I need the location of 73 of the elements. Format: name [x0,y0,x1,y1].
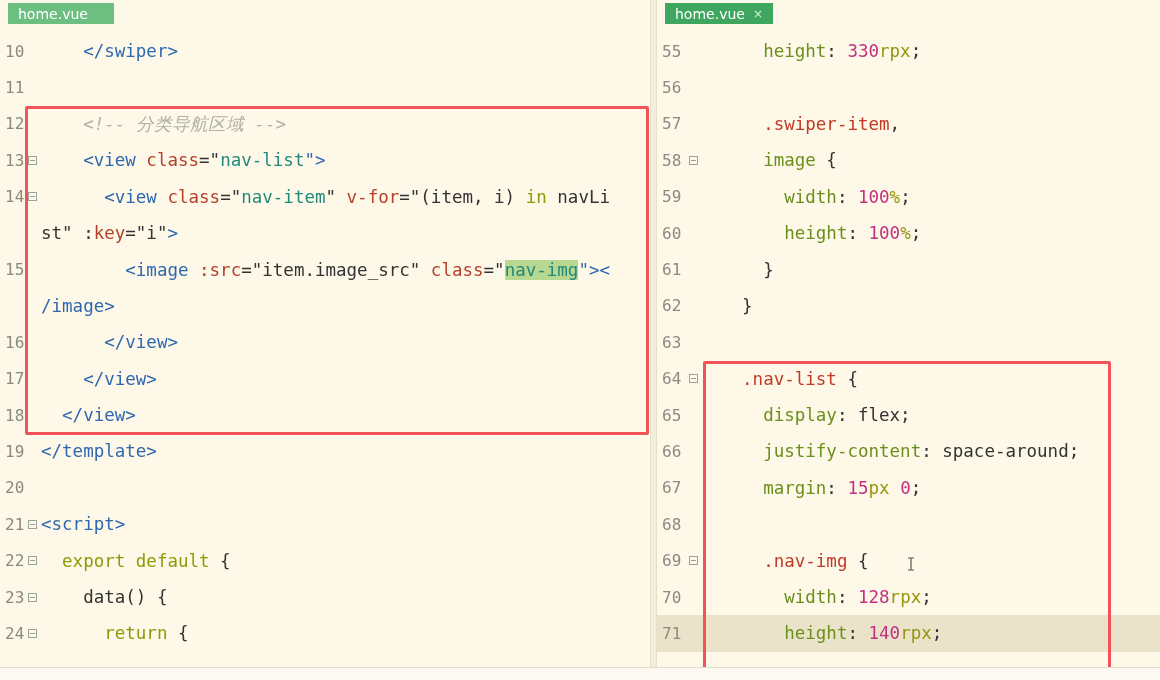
line-number: 56 [662,78,682,98]
code-line: .swiper-item, [762,113,901,134]
line-number: 22 [5,551,25,571]
code-line: </view> [61,405,136,426]
code-line: height: 100%; [783,223,922,244]
code-line: <view class="nav-list"> [82,150,326,171]
line-number: 23 [5,587,25,607]
code-line: height: 140 rpx; [783,623,943,644]
line-number: 63 [662,332,682,352]
code-line: .nav-img { [762,550,869,571]
code-line: </template> [41,441,157,462]
fold-icon[interactable] [28,155,37,165]
line-number: 69 [662,551,682,571]
line-number: 24 [5,623,25,643]
line-number: 15 [5,260,25,280]
text-cursor-icon [907,556,915,571]
line-number: 17 [5,369,25,389]
line-number: 61 [662,260,682,280]
fold-icon[interactable] [28,556,37,566]
code-line: data() { [82,587,168,608]
code-line: justify-content: space-around; [762,441,1080,462]
line-number: 59 [662,187,682,207]
line-number: 10 [5,41,25,61]
code-line: height: 330 rpx; [762,41,922,62]
fold-icon[interactable] [28,519,37,529]
line-number: 60 [662,223,682,243]
code-line: /image> [41,295,115,316]
line-number: 57 [662,114,682,134]
file-tab[interactable]: home.vue [8,3,114,24]
line-number: 62 [662,296,682,316]
code-line: <script> [41,514,126,535]
code-line: <view class="nav-item" v-for="(item, i) in navLi [103,186,610,207]
line-number: 71 [662,623,682,643]
line-number: 14 [5,187,25,207]
line-number: 18 [5,405,25,425]
line-number: 13 [5,150,25,170]
fold-icon[interactable] [689,155,698,165]
code-line: display: flex; [762,405,911,426]
line-number: 55 [662,41,682,61]
line-number: 21 [5,514,25,534]
file-tab[interactable]: home.vue × [665,3,773,24]
line-number: 11 [5,78,25,98]
code-line: <!-- 分类导航区域 --> [82,112,286,136]
code-line: image { [762,150,837,171]
code-line: width: 100%; [783,186,911,207]
line-number: 65 [662,405,682,425]
line-number: 58 [662,150,682,170]
fold-icon[interactable] [28,192,37,202]
fold-icon[interactable] [28,592,37,602]
line-number: 16 [5,332,25,352]
code-line: } [762,259,774,280]
fold-icon[interactable] [28,628,37,638]
line-number: 68 [662,514,682,534]
line-number: 70 [662,587,682,607]
line-number: 64 [662,369,682,389]
line-number: 66 [662,442,682,461]
code-line: width: 128rpx; [783,587,932,608]
code-line: <image :src="item.image_src" class="nav-img">< [124,259,610,280]
code-line: </swiper> [82,41,178,62]
line-number: 12 [5,114,25,134]
line-number: 20 [5,478,25,498]
fold-icon[interactable] [689,556,698,566]
code-line: } [741,295,753,316]
code-line: </view> [103,332,178,353]
fold-icon[interactable] [689,374,698,384]
line-number: 67 [662,478,682,498]
line-number: 19 [5,442,25,461]
code-line: st" :key="i"> [41,223,178,244]
code-line: margin: 15px 0; [762,477,922,498]
code-line: return { [103,623,189,644]
code-line: export default { [61,550,231,571]
code-line: </view> [82,368,157,389]
code-line: .nav-list { [741,368,858,389]
